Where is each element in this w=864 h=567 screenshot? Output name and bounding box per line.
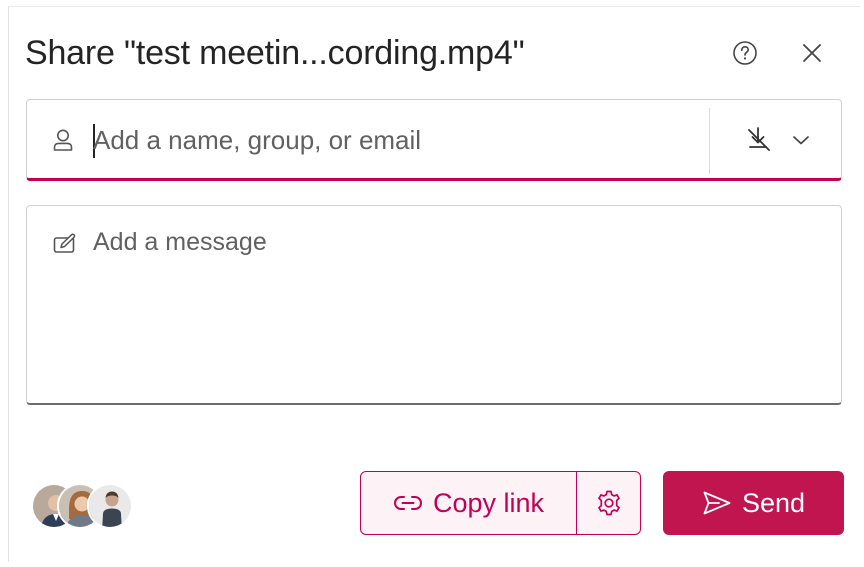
copy-link-group: Copy link bbox=[360, 471, 641, 535]
send-label: Send bbox=[741, 487, 806, 518]
copy-link-label: Copy link bbox=[432, 487, 545, 518]
message-input[interactable] bbox=[93, 226, 823, 386]
gear-icon bbox=[597, 490, 620, 516]
close-button[interactable] bbox=[792, 33, 832, 73]
link-permission-dropdown[interactable] bbox=[727, 116, 827, 164]
shared-with-avatars[interactable] bbox=[31, 483, 141, 531]
send-button[interactable]: Send bbox=[663, 471, 844, 535]
avatar bbox=[87, 483, 133, 529]
chevron-down-icon bbox=[793, 136, 809, 145]
no-download-icon bbox=[748, 127, 770, 151]
help-circle-icon bbox=[733, 41, 757, 65]
person-icon bbox=[53, 129, 73, 151]
field-divider bbox=[709, 108, 710, 174]
recipient-input[interactable] bbox=[93, 120, 693, 160]
copy-link-button[interactable]: Copy link bbox=[361, 472, 577, 534]
message-field[interactable] bbox=[26, 205, 842, 405]
dialog-title: Share "test meetin...cording.mp4" bbox=[25, 34, 525, 72]
link-icon bbox=[393, 496, 422, 510]
send-icon bbox=[703, 491, 731, 515]
edit-icon bbox=[53, 233, 76, 253]
recipient-field[interactable] bbox=[26, 99, 842, 181]
close-icon bbox=[803, 44, 821, 62]
help-button[interactable] bbox=[725, 33, 765, 73]
share-dialog: Share "test meetin...cording.mp4" Add a … bbox=[8, 6, 860, 562]
link-settings-button[interactable] bbox=[577, 472, 640, 534]
